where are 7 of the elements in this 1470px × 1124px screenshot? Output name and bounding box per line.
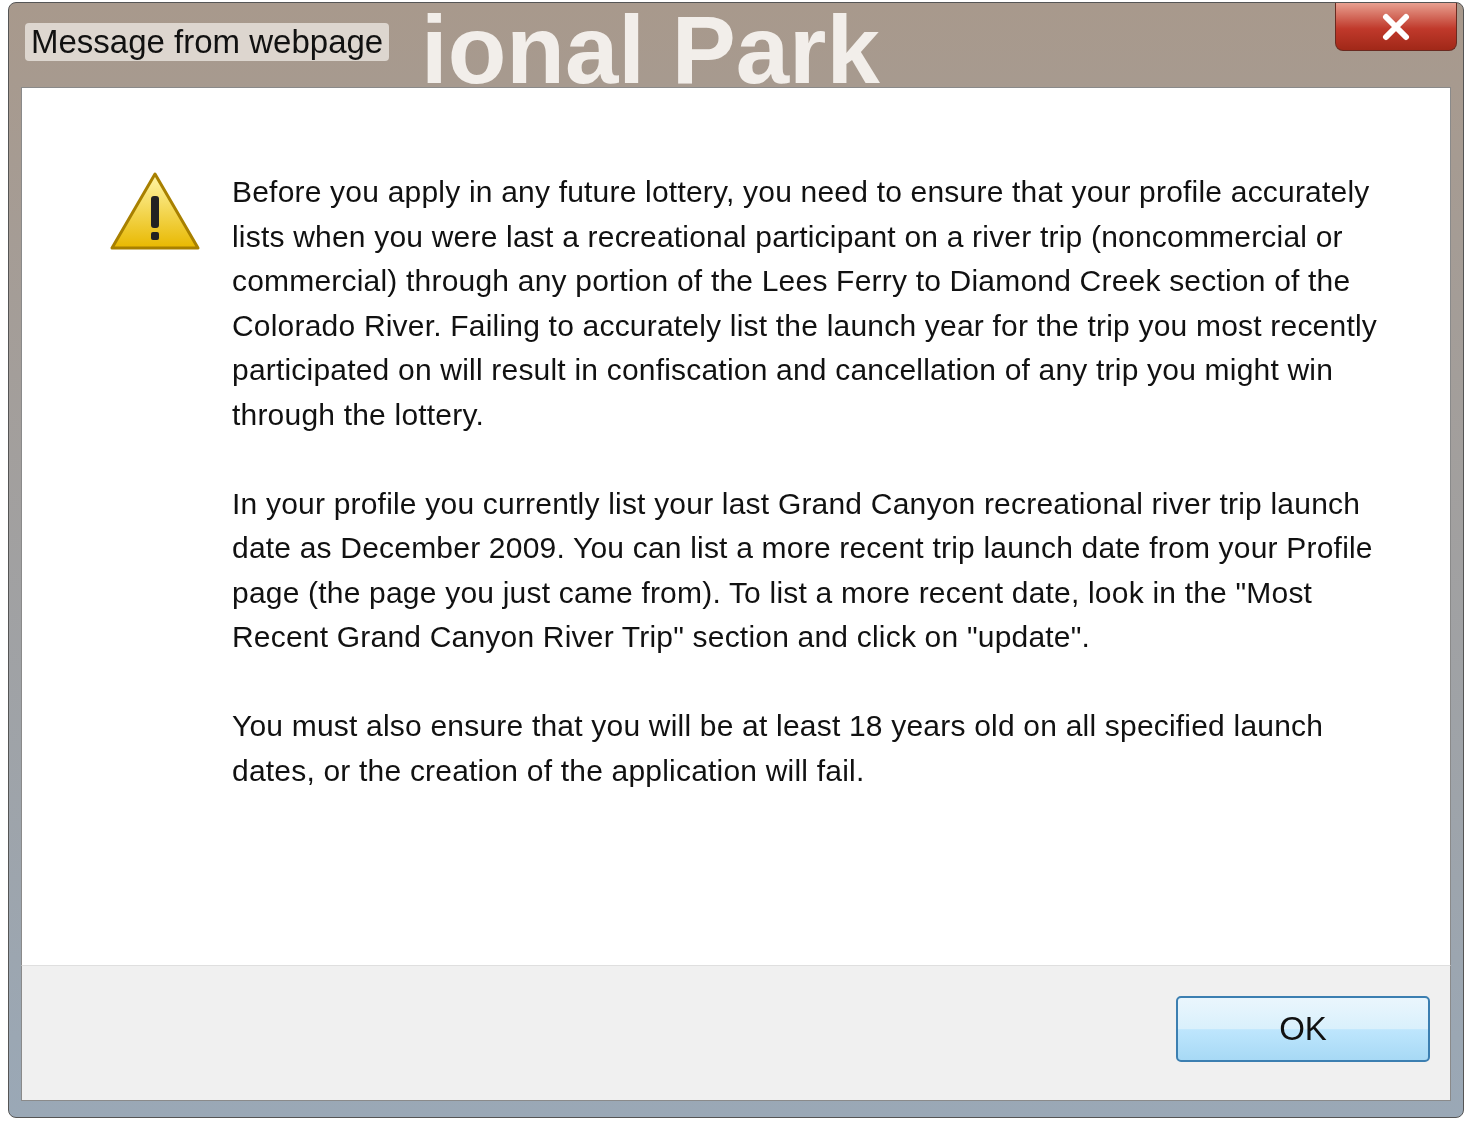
message-paragraph: In your profile you currently list your last Grand Canyon recreational river trip launch date as December 2009. You can list a more recent trip launch date from your Profile page (the page you just came from). To list a more recent date, look in the "Most Recent Grand Canyon River Trip" section and click on "update". (232, 485, 1374, 656)
message-paragraph: Before you apply in any future lottery, you need to ensure that your profile accurately lists when you were last a recreational participant on a river trip (noncommercial or commercial) through any portion of the Lees Ferry to Diamond Creek section of the Colorado River. Failing to accurately list the launch year for the trip you most recently participated on will result in confiscation and cancellation of any trip you might win through the lottery. (232, 174, 1378, 433)
ok-button[interactable]: OK (1176, 996, 1430, 1062)
close-button[interactable] (1335, 3, 1457, 51)
window-title: Message from webpage (25, 23, 390, 61)
background-page-text: ional Park (421, 0, 880, 105)
message-paragraph: You must also ensure that you will be at least 18 years old on all specified launch dates, or the creation of the application will fail. (232, 707, 1325, 789)
